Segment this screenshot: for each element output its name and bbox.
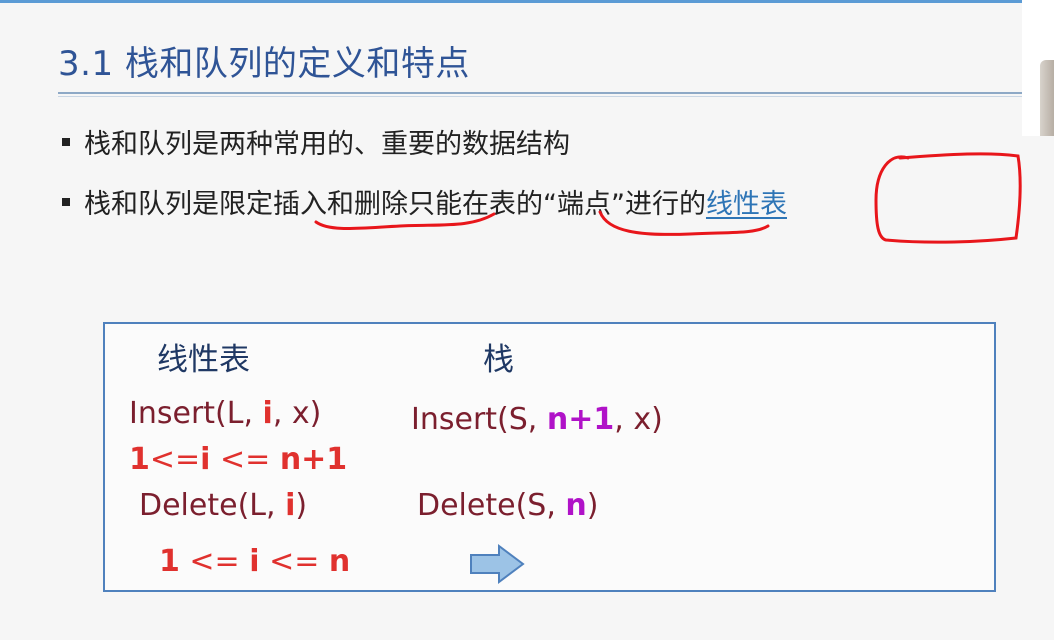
title-underline [58,92,1022,94]
linear-list-link[interactable]: 线性表 [706,182,787,221]
delete-stack-suffix: ) [586,488,599,523]
range-ib: i [249,544,260,579]
range-op4: <= [259,544,329,579]
circle-linear-list [874,152,1022,244]
bullet-1-text: 栈和队列是两种常用的、重要的数据结构 [84,129,570,160]
bullet-2-text: 栈和队列是限定插入和删除只能在表的“端点”进行的 [84,189,706,220]
delete-stack-prefix: Delete(S, [417,488,566,523]
linear-list-header: 线性表 [157,342,250,378]
side-video-strip [1022,0,1054,136]
delete-linear-param: i [285,488,296,523]
title-underline-thin [58,96,1022,97]
insert-stack-suffix: , x) [614,402,663,437]
insert-stack: Insert(S, n+1, x) [411,402,663,437]
range-op: <= [149,442,201,477]
bullet-square-icon [62,137,70,146]
insert-linear-suffix: , x) [272,396,322,431]
insert-stack-param: n+1 [546,402,615,437]
range-op3: <= [179,544,250,579]
stack-header: 栈 [483,342,514,378]
delete-stack-param: n [565,488,587,523]
delete-stack: Delete(S, n) [417,488,598,523]
range-1: 1 [129,442,150,477]
range-n: n [328,544,351,579]
insert-linear-prefix: Insert(L, [129,396,263,431]
range-1b: 1 [159,544,180,579]
comparison-box: 线性表 栈 Insert(L, i, x) 1<=i <= n+1 Delete… [103,322,996,592]
bullet-1: 栈和队列是两种常用的、重要的数据结构 [62,122,570,161]
insert-linear: Insert(L, i, x) [129,396,321,431]
delete-linear: Delete(L, i) [139,488,307,523]
right-arrow-icon [470,544,525,584]
range-i: i [200,442,211,477]
insert-linear-param: i [262,396,273,431]
range-n1: n+1 [279,442,348,477]
top-accent-rule [0,0,1054,3]
delete-linear-prefix: Delete(L, [139,488,286,523]
insert-stack-prefix: Insert(S, [411,402,547,437]
delete-linear-suffix: ) [295,488,308,523]
bullet-2: 栈和队列是限定插入和删除只能在表的“端点”进行的 线性表 [62,182,787,221]
bullet-square-icon [62,197,70,206]
delete-linear-range: 1 <= i <= n [159,544,350,579]
insert-linear-range: 1<=i <= n+1 [129,442,347,477]
slide-title: 3.1 栈和队列的定义和特点 [58,44,470,84]
range-op2: <= [210,442,280,477]
